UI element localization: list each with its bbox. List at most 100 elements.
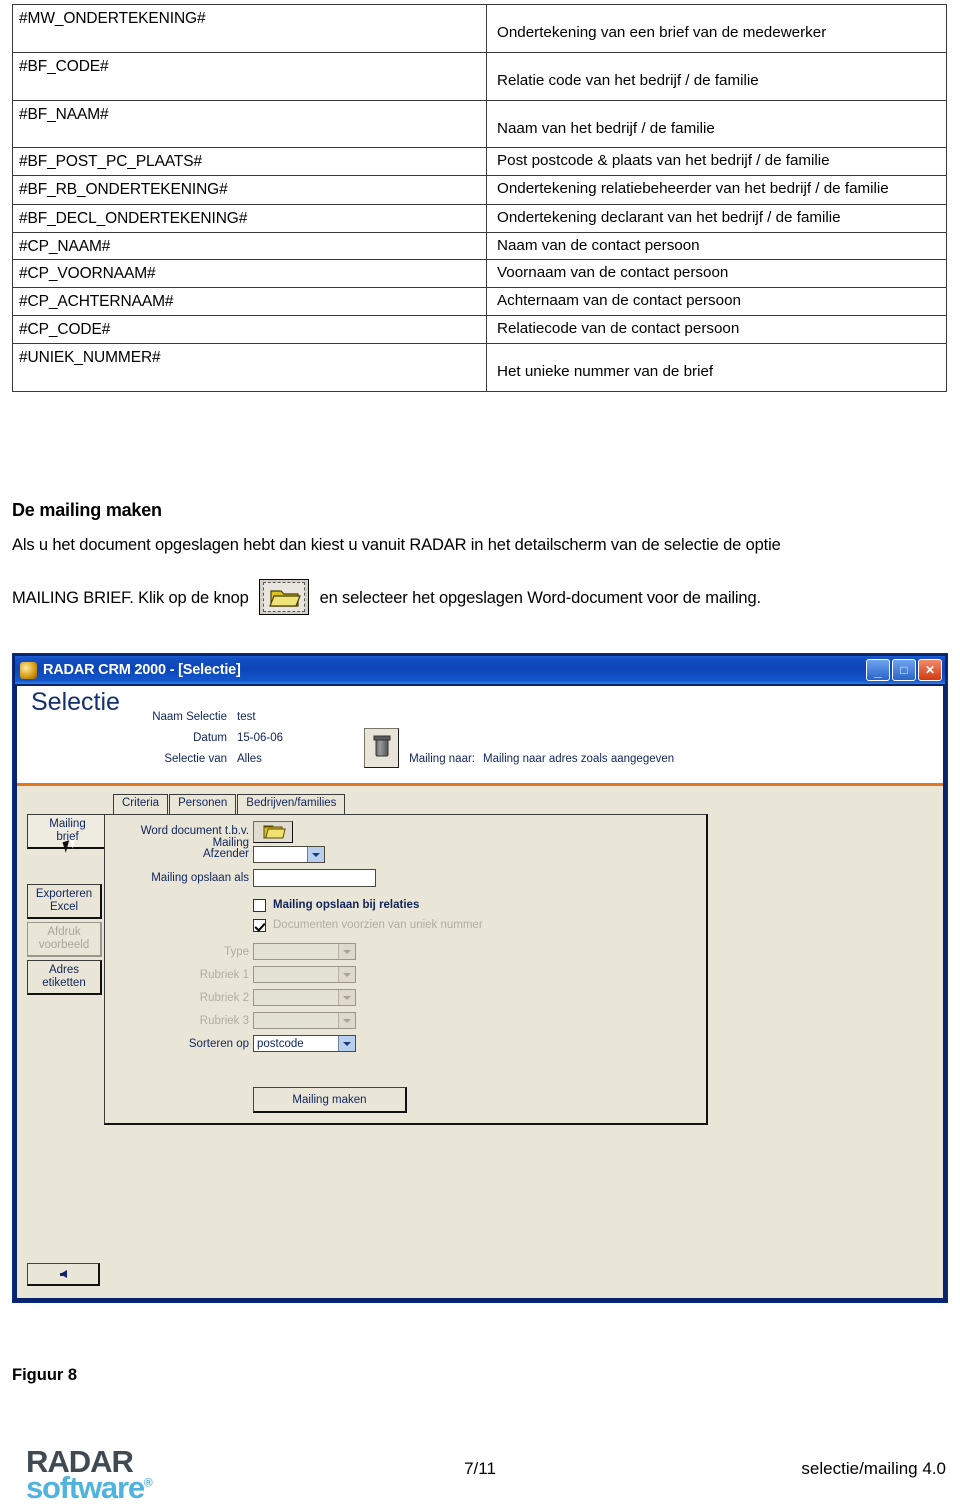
- open-folder-icon-inner: [263, 581, 306, 612]
- sorteren-op-select[interactable]: postcode: [253, 1035, 356, 1052]
- word-document-browse-button[interactable]: [253, 821, 293, 843]
- tab-criteria[interactable]: Criteria: [113, 794, 169, 815]
- datum-value: 15-06-06: [237, 732, 284, 744]
- mailing-naar-label: Mailing naar:: [409, 753, 475, 765]
- merge-field-description: Naam van het bedrijf / de familie: [486, 99, 947, 149]
- section-heading: De mailing maken: [12, 500, 162, 520]
- merge-field-description: Ondertekening van een brief van de medew…: [486, 4, 947, 53]
- delete-selection-button[interactable]: [364, 728, 399, 768]
- table-row: #BF_RB_ONDERTEKENING# Ondertekening rela…: [12, 175, 947, 205]
- back-button[interactable]: [27, 1263, 100, 1286]
- paragraph-instruction: MAILING BRIEF. Klik op de knop en select…: [12, 576, 942, 620]
- mailing-opslaan-als-label: Mailing opslaan als: [151, 872, 249, 884]
- table-row: #BF_POST_PC_PLAATS# Post postcode & plaa…: [12, 147, 947, 177]
- afzender-select[interactable]: [253, 846, 325, 863]
- document-reference: selectie/mailing 4.0: [801, 1459, 946, 1478]
- side-tab-mailing-brief[interactable]: Mailing brief: [27, 814, 107, 853]
- side-tab-afdruk-voorbeeld-line2: voorbeeld: [38, 938, 90, 951]
- word-document-label: Word document t.b.v. Mailing: [140, 825, 249, 849]
- chevron-down-icon: [338, 1013, 355, 1028]
- radar-app-icon: [20, 661, 37, 679]
- table-row: #UNIEK_NUMMER# Het unieke nummer van de …: [12, 342, 947, 392]
- selectie-van-label: Selectie van: [164, 753, 227, 765]
- naam-selectie-value: test: [237, 711, 256, 723]
- sorteren-op-label: Sorteren op: [188, 1038, 249, 1050]
- mailing-maken-button-label: Mailing maken: [292, 1093, 367, 1106]
- close-button[interactable]: ✕: [918, 659, 942, 681]
- merge-field-code: #CP_ACHTERNAAM#: [12, 287, 487, 316]
- selectie-header: Selectie Naam Selectie test Datum 15-06-…: [17, 686, 943, 786]
- side-tab-mailing-brief-line1: Mailing: [49, 818, 86, 830]
- restore-icon: □: [900, 663, 908, 677]
- page-title: Selectie: [31, 688, 120, 716]
- paragraph-intro: Als u het document opgeslagen hebt dan k…: [12, 536, 781, 554]
- chevron-down-icon: [338, 990, 355, 1005]
- restore-button[interactable]: □: [892, 659, 916, 681]
- rubriek1-select: [253, 966, 356, 983]
- table-row: #MW_ONDERTEKENING# Ondertekening van een…: [12, 4, 947, 53]
- merge-field-description: Naam van de contact persoon: [486, 231, 947, 261]
- side-tab-afdruk-voorbeeld: Afdruk voorbeeld: [27, 922, 102, 957]
- merge-field-code: #BF_CODE#: [12, 51, 487, 101]
- window-title: RADAR CRM 2000 - [Selectie]: [43, 662, 241, 678]
- chevron-down-icon: [338, 967, 355, 982]
- datum-label: Datum: [193, 732, 227, 744]
- merge-field-description: Voornaam van de contact persoon: [486, 259, 947, 289]
- side-tab-exporteren-excel-line1: Exporteren: [35, 888, 93, 900]
- selectie-body: Criteria Personen Bedrijven/families Mai…: [17, 786, 943, 1298]
- tab-bedrijven-families[interactable]: Bedrijven/families: [237, 794, 346, 815]
- merge-field-description: Het unieke nummer van de brief: [486, 342, 947, 392]
- minimize-icon: _: [874, 663, 882, 679]
- table-row: #BF_DECL_ONDERTEKENING# Ondertekening de…: [12, 203, 947, 233]
- table-row: #BF_NAAM# Naam van het bedrijf / de fami…: [12, 99, 947, 149]
- paragraph-instruction-before: MAILING BRIEF. Klik op de knop: [12, 589, 249, 607]
- side-tab-adres-etiketten[interactable]: Adres etiketten: [27, 960, 102, 995]
- open-folder-icon: [259, 578, 310, 615]
- mailing-maken-button[interactable]: Mailing maken: [253, 1087, 407, 1113]
- tab-personen[interactable]: Personen: [169, 794, 237, 815]
- back-arrow-icon: [59, 1270, 67, 1278]
- rubriek2-select: [253, 989, 356, 1006]
- merge-field-code: #MW_ONDERTEKENING#: [12, 4, 487, 53]
- open-folder-icon: [263, 825, 286, 839]
- afzender-label: Afzender: [202, 848, 249, 860]
- selectie-van-value: Alles: [237, 753, 262, 765]
- mailing-naar-value: Mailing naar adres zoals aangegeven: [483, 753, 675, 765]
- merge-field-table-body: #MW_ONDERTEKENING# Ondertekening van een…: [12, 4, 947, 392]
- rubriek3-select: [253, 1012, 356, 1029]
- side-tab-exporteren-excel-line2: Excel: [49, 900, 79, 913]
- checkbox-documenten-uniek-nummer: [253, 919, 266, 932]
- mailing-brief-form: Word document t.b.v. Mailing Afzender Ma…: [104, 814, 708, 1125]
- window-client-area: Selectie Naam Selectie test Datum 15-06-…: [17, 686, 943, 1298]
- sorteren-op-value: postcode: [257, 1037, 304, 1050]
- merge-field-code: #CP_NAAM#: [12, 231, 487, 261]
- type-select: [253, 943, 356, 960]
- side-tab-afdruk-voorbeeld-line1: Afdruk: [47, 926, 81, 938]
- naam-selectie-label: Naam Selectie: [152, 711, 227, 723]
- checkbox-mailing-opslaan-bij-relaties-label: Mailing opslaan bij relaties: [273, 899, 420, 911]
- chevron-down-icon: [307, 847, 324, 862]
- table-row: #CP_VOORNAAM# Voornaam van de contact pe…: [12, 259, 947, 289]
- chevron-down-icon: [338, 1036, 355, 1051]
- merge-field-code: #BF_NAAM#: [12, 99, 487, 149]
- table-row: #CP_NAAM# Naam van de contact persoon: [12, 231, 947, 261]
- merge-field-code: #CP_CODE#: [12, 314, 487, 344]
- rubriek2-label: Rubriek 2: [199, 992, 249, 1004]
- merge-field-code: #BF_RB_ONDERTEKENING#: [12, 175, 487, 205]
- merge-field-code: #UNIEK_NUMMER#: [12, 342, 487, 392]
- tab-bar: Criteria Personen Bedrijven/families: [113, 794, 346, 815]
- merge-field-description: Relatiecode van de contact persoon: [486, 314, 947, 344]
- side-tab-exporteren-excel[interactable]: Exporteren Excel: [27, 884, 102, 919]
- merge-field-code: #BF_POST_PC_PLAATS#: [12, 147, 487, 177]
- checkbox-documenten-uniek-nummer-label: Documenten voorzien van uniek nummer: [273, 919, 483, 931]
- table-row: #CP_CODE# Relatiecode van de contact per…: [12, 314, 947, 344]
- checkbox-mailing-opslaan-bij-relaties[interactable]: [253, 899, 266, 912]
- side-tab-adres-etiketten-line2: etiketten: [42, 976, 86, 989]
- merge-field-table: #MW_ONDERTEKENING# Ondertekening van een…: [12, 4, 947, 392]
- minimize-button[interactable]: _: [866, 659, 890, 681]
- table-row: #CP_ACHTERNAAM# Achternaam van de contac…: [12, 287, 947, 316]
- rubriek1-label: Rubriek 1: [199, 969, 249, 981]
- close-icon: ✕: [924, 663, 936, 677]
- window-titlebar: RADAR CRM 2000 - [Selectie] _ □ ✕: [15, 656, 945, 684]
- mailing-opslaan-als-input[interactable]: [253, 869, 376, 887]
